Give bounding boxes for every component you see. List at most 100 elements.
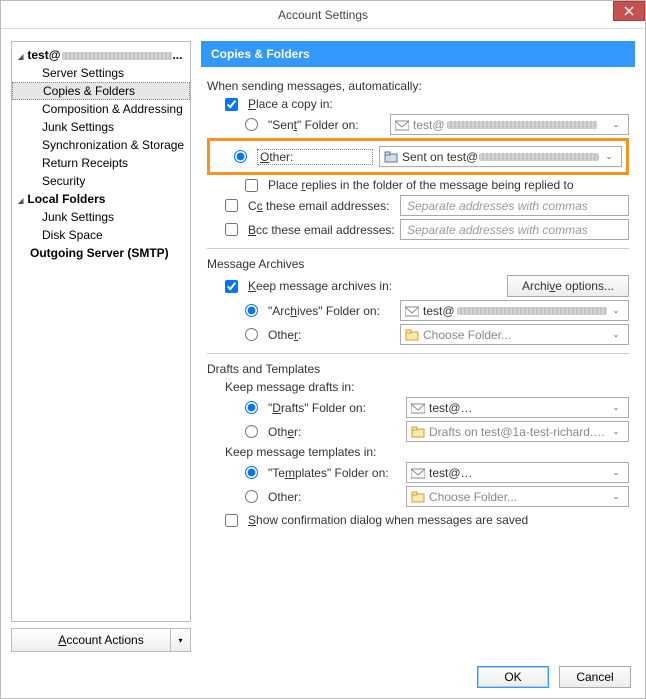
show-confirmation-checkbox[interactable] xyxy=(225,514,238,527)
account-actions-dropdown[interactable]: ▾ xyxy=(170,629,190,651)
mail-account-icon xyxy=(405,304,419,318)
place-replies-label: Place replies in the folder of the messa… xyxy=(268,178,574,192)
tree-local-junk[interactable]: Junk Settings xyxy=(12,208,190,226)
folder-icon xyxy=(405,328,419,342)
mail-account-icon xyxy=(411,466,425,480)
templates-other-radio[interactable] xyxy=(245,490,258,503)
bcc-label: Bcc these email addresses: xyxy=(248,223,394,237)
chevron-down-icon: ⌄ xyxy=(608,330,624,339)
keep-archives-label: Keep message archives in: xyxy=(248,279,392,293)
archives-heading: Message Archives xyxy=(207,257,629,271)
archives-folder-row: "Archives" Folder on: test@ ⌄ xyxy=(207,300,629,321)
chevron-down-icon: ⌄ xyxy=(608,306,624,315)
archives-folder-label: "Archives" Folder on: xyxy=(268,304,394,318)
close-button[interactable] xyxy=(613,1,645,21)
tree-junk[interactable]: Junk Settings xyxy=(12,118,190,136)
chevron-down-icon: ⌄ xyxy=(608,427,624,436)
show-confirmation-label: Show confirmation dialog when messages a… xyxy=(248,513,528,527)
keep-archives-checkbox[interactable] xyxy=(225,280,238,293)
chevron-down-icon: ⌄ xyxy=(608,403,624,412)
other-highlight: Other: Sent on test@ ⌄ xyxy=(207,138,629,175)
other-folder-label: Other: xyxy=(257,149,373,165)
close-icon xyxy=(624,6,634,16)
drafts-folder-combo[interactable]: test@ ⌄ xyxy=(406,397,629,418)
separator xyxy=(207,248,629,249)
other-folder-row: Other: Sent on test@ ⌄ xyxy=(214,146,622,167)
drafts-other-row: Other: Drafts on test@1a-test-richard.1a… xyxy=(207,421,629,442)
main-panel: Copies & Folders When sending messages, … xyxy=(201,41,635,652)
archives-folder-combo[interactable]: test@ ⌄ xyxy=(400,300,629,321)
tree-security[interactable]: Security xyxy=(12,172,190,190)
drafts-folder-label: "Drafts" Folder on: xyxy=(268,401,400,415)
place-copy-row: Place a copy in: xyxy=(207,97,629,111)
show-confirmation-row: Show confirmation dialog when messages a… xyxy=(207,513,629,527)
mail-account-icon xyxy=(411,401,425,415)
account-tree[interactable]: test@... Server Settings Copies & Folder… xyxy=(11,41,191,622)
cc-label: Cc these email addresses: xyxy=(248,199,394,213)
templates-other-label: Other: xyxy=(268,490,400,504)
other-folder-radio[interactable] xyxy=(234,150,247,163)
sending-intro: When sending messages, automatically: xyxy=(207,79,629,93)
archives-folder-radio[interactable] xyxy=(245,304,258,317)
templates-folder-combo[interactable]: test@ ⌄ xyxy=(406,462,629,483)
bcc-field[interactable]: Separate addresses with commas xyxy=(400,219,629,240)
templates-folder-row: "Templates" Folder on: test@ ⌄ xyxy=(207,462,629,483)
other-folder-combo[interactable]: Sent on test@ ⌄ xyxy=(379,146,622,167)
drafts-other-radio[interactable] xyxy=(245,425,258,438)
tree-server-settings[interactable]: Server Settings xyxy=(12,64,190,82)
account-actions-button[interactable]: Account Actions ▾ xyxy=(11,628,191,652)
place-copy-checkbox[interactable] xyxy=(225,98,238,111)
tree-return-receipts[interactable]: Return Receipts xyxy=(12,154,190,172)
drafts-heading: Drafts and Templates xyxy=(207,362,629,376)
drafts-other-combo[interactable]: Drafts on test@1a-test-richard.1afa.co..… xyxy=(406,421,629,442)
cancel-button[interactable]: Cancel xyxy=(559,666,631,688)
chevron-down-icon: ⌄ xyxy=(608,492,624,501)
archives-other-radio[interactable] xyxy=(245,328,258,341)
bcc-checkbox[interactable] xyxy=(225,223,238,236)
titlebar: Account Settings xyxy=(1,1,645,29)
keep-drafts-label: Keep message drafts in: xyxy=(207,380,629,394)
templates-other-row: Other: Choose Folder... ⌄ xyxy=(207,486,629,507)
window-title: Account Settings xyxy=(278,8,368,22)
folder-icon xyxy=(411,425,425,439)
cc-checkbox[interactable] xyxy=(225,199,238,212)
mail-account-icon xyxy=(395,118,409,132)
sidebar: test@... Server Settings Copies & Folder… xyxy=(11,41,191,652)
ok-button[interactable]: OK xyxy=(477,666,549,688)
drafts-other-label: Other: xyxy=(268,425,400,439)
tree-composition[interactable]: Composition & Addressing xyxy=(12,100,190,118)
account-actions-label: Account Actions xyxy=(58,633,143,647)
section-header: Copies & Folders xyxy=(201,41,635,67)
archives-other-row: Other: Choose Folder... ⌄ xyxy=(207,324,629,345)
sent-folder-row: "Sent" Folder on: test@ ⌄ xyxy=(207,114,629,135)
place-replies-row: Place replies in the folder of the messa… xyxy=(207,178,629,192)
chevron-down-icon: ⌄ xyxy=(608,120,624,129)
place-replies-checkbox[interactable] xyxy=(245,179,258,192)
chevron-down-icon: ⌄ xyxy=(601,152,617,161)
templates-other-combo[interactable]: Choose Folder... ⌄ xyxy=(406,486,629,507)
folder-icon xyxy=(411,490,425,504)
archives-other-combo[interactable]: Choose Folder... ⌄ xyxy=(400,324,629,345)
cc-field[interactable]: Separate addresses with commas xyxy=(400,195,629,216)
tree-outgoing-smtp[interactable]: Outgoing Server (SMTP) xyxy=(12,244,190,262)
redacted-account xyxy=(62,52,172,60)
folder-icon xyxy=(384,150,398,164)
archive-options-button[interactable]: Archive options... xyxy=(507,275,629,297)
sent-folder-combo[interactable]: test@ ⌄ xyxy=(390,114,629,135)
sent-folder-radio[interactable] xyxy=(245,118,258,131)
tree-disk-space[interactable]: Disk Space xyxy=(12,226,190,244)
chevron-down-icon: ▾ xyxy=(178,636,182,645)
archives-other-label: Other: xyxy=(268,328,394,342)
tree-account-root[interactable]: test@... xyxy=(12,46,190,64)
templates-folder-radio[interactable] xyxy=(245,466,258,479)
drafts-folder-radio[interactable] xyxy=(245,401,258,414)
keep-templates-label: Keep message templates in: xyxy=(207,445,629,459)
keep-archives-row: Keep message archives in: Archive option… xyxy=(207,275,629,297)
tree-copies-folders[interactable]: Copies & Folders xyxy=(12,82,190,100)
separator xyxy=(207,353,629,354)
tree-sync-storage[interactable]: Synchronization & Storage xyxy=(12,136,190,154)
account-settings-window: Account Settings test@... Server Setting… xyxy=(0,0,646,699)
drafts-folder-row: "Drafts" Folder on: test@ ⌄ xyxy=(207,397,629,418)
cc-row: Cc these email addresses: Separate addre… xyxy=(207,195,629,216)
tree-local-folders[interactable]: Local Folders xyxy=(12,190,190,208)
